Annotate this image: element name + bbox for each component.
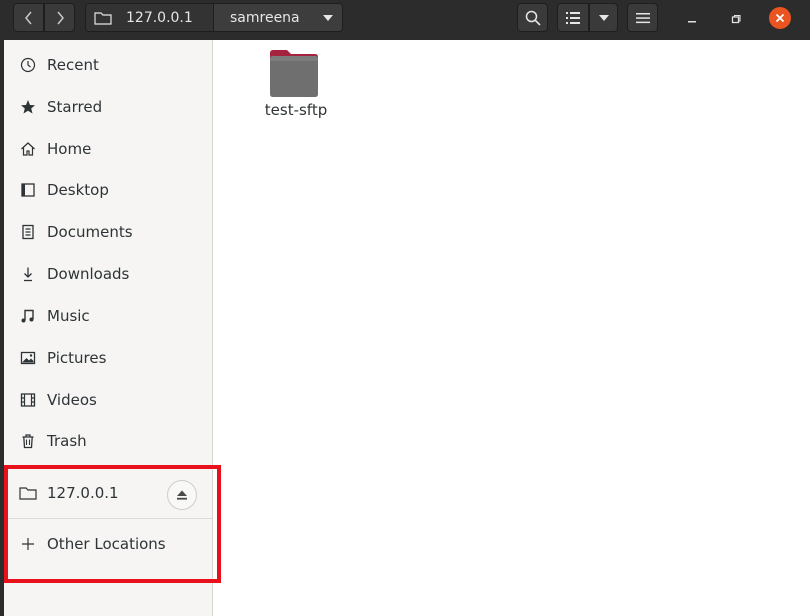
menu-button[interactable]: [627, 3, 658, 32]
desktop-icon: [19, 181, 37, 199]
search-icon: [525, 10, 541, 26]
star-icon: [19, 98, 37, 116]
video-icon: [19, 391, 37, 409]
sidebar-item-label: Starred: [47, 98, 103, 116]
network-folder-icon: [94, 11, 112, 25]
picture-icon: [19, 349, 37, 367]
sidebar-item-label: Videos: [47, 391, 97, 409]
sidebar-item-label: Desktop: [47, 181, 109, 199]
sidebar-item-label: Downloads: [47, 265, 130, 283]
folder-icon: [270, 50, 318, 97]
caret-down-icon: [598, 14, 609, 21]
chevron-left-icon: [24, 11, 32, 24]
maximize-button[interactable]: [725, 8, 747, 30]
chevron-right-icon: [56, 11, 64, 24]
clock-icon: [19, 56, 37, 74]
close-icon: [775, 13, 785, 23]
minimize-button[interactable]: [681, 8, 703, 30]
sidebar-item-music[interactable]: Music: [4, 298, 212, 334]
sidebar-item-desktop[interactable]: Desktop: [4, 172, 212, 208]
file-item-label[interactable]: test-sftp: [246, 101, 346, 119]
search-button[interactable]: [517, 3, 548, 32]
sidebar-item-trash[interactable]: Trash: [4, 423, 212, 459]
path-segment-host[interactable]: 127.0.0.1: [86, 4, 214, 31]
view-options-button[interactable]: [589, 3, 618, 32]
header-bar: 127.0.0.1 samreena: [0, 0, 810, 40]
sidebar-item-videos[interactable]: Videos: [4, 382, 212, 418]
sidebar-item-label: Music: [47, 307, 90, 325]
close-button[interactable]: [769, 7, 791, 29]
sidebar-item-pictures[interactable]: Pictures: [4, 340, 212, 376]
music-icon: [19, 307, 37, 325]
sidebar-item-documents[interactable]: Documents: [4, 214, 212, 250]
trash-icon: [19, 432, 37, 450]
sidebar-item-label: Documents: [47, 223, 133, 241]
sidebar-item-label: Pictures: [47, 349, 107, 367]
sidebar-item-starred[interactable]: Starred: [4, 89, 212, 125]
download-icon: [19, 265, 37, 283]
restore-icon: [731, 14, 741, 24]
hamburger-icon: [635, 12, 650, 23]
minimize-icon: [688, 21, 696, 23]
path-segment-folder-label: samreena: [230, 9, 300, 26]
list-view-icon: [566, 11, 580, 24]
document-icon: [19, 223, 37, 241]
sidebar-item-downloads[interactable]: Downloads: [4, 256, 212, 292]
sidebar-item-label: Home: [47, 140, 92, 158]
forward-button[interactable]: [44, 3, 75, 32]
view-list-button[interactable]: [557, 3, 589, 32]
highlight-box: [4, 465, 221, 583]
path-segment-folder[interactable]: samreena: [214, 4, 342, 31]
path-segment-host-label: 127.0.0.1: [126, 9, 193, 26]
path-bar: 127.0.0.1 samreena: [85, 3, 343, 32]
sidebar-item-label: Trash: [47, 432, 87, 450]
sidebar-item-label: Recent: [47, 56, 99, 74]
sidebar-item-home[interactable]: Home: [4, 131, 212, 167]
home-icon: [19, 140, 37, 158]
sidebar-item-recent[interactable]: Recent: [4, 47, 212, 83]
back-button[interactable]: [13, 3, 44, 32]
caret-down-icon: [322, 14, 333, 21]
file-item-folder[interactable]: [266, 48, 322, 100]
